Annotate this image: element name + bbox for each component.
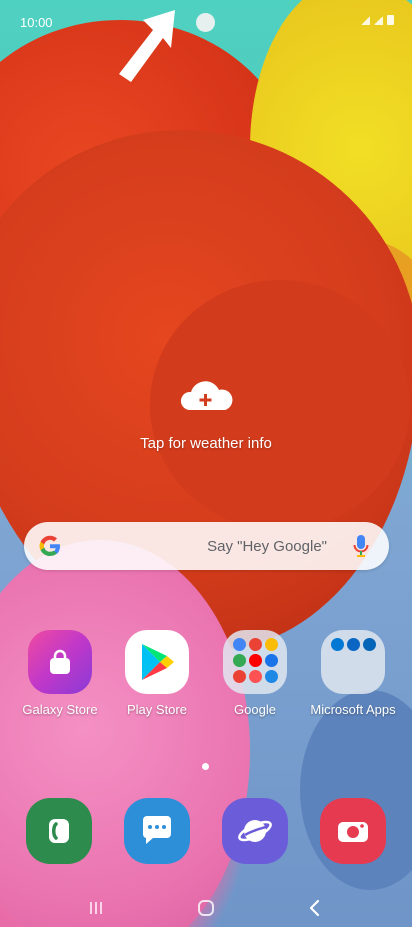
google-search-bar[interactable]: Say "Hey Google"	[24, 522, 389, 570]
signal-icon	[361, 16, 370, 25]
shopping-bag-icon	[50, 649, 70, 674]
folder-app-icon	[264, 638, 278, 651]
recent-apps-button[interactable]	[76, 894, 116, 922]
app-label: Google	[234, 702, 276, 717]
chat-bubble-icon	[142, 816, 171, 844]
google-g-icon	[39, 535, 60, 556]
back-icon	[309, 899, 320, 917]
play-store-icon	[142, 644, 174, 680]
recent-apps-icon	[90, 902, 102, 914]
app-galaxy-store[interactable]: Galaxy Store	[12, 630, 108, 718]
folder-icon	[321, 630, 385, 694]
home-button[interactable]	[186, 894, 226, 922]
weather-label: Tap for weather info	[140, 435, 272, 452]
signal-icon	[374, 16, 383, 25]
page-indicator[interactable]	[202, 763, 209, 770]
app-label: Microsoft Apps	[310, 702, 396, 717]
swipe-arrow-icon	[119, 10, 175, 82]
dock-messages[interactable]	[124, 798, 190, 864]
status-icons	[361, 15, 394, 25]
cloud-add-icon	[180, 381, 233, 410]
folder-app-icon	[346, 638, 360, 651]
app-play-store[interactable]: Play Store	[109, 630, 205, 718]
home-icon	[198, 900, 214, 916]
wallpaper	[0, 0, 412, 927]
app-label: Galaxy Store	[22, 702, 98, 717]
app-icon-tile	[125, 630, 189, 694]
folder-google[interactable]: Google	[207, 630, 303, 718]
folder-app-icon	[232, 670, 246, 683]
app-icon-tile	[28, 630, 92, 694]
folder-app-icon	[248, 638, 262, 651]
folder-app-icon	[264, 670, 278, 683]
planet-icon	[238, 820, 272, 842]
camera-icon	[338, 822, 368, 842]
status-clock: 10:00	[20, 15, 53, 30]
search-hint: Say "Hey Google"	[207, 538, 327, 555]
front-camera-cutout	[196, 13, 215, 32]
folder-app-icon	[232, 654, 246, 667]
folder-app-icon	[362, 638, 376, 651]
dock-internet[interactable]	[222, 798, 288, 864]
navigation-bar	[0, 888, 412, 927]
folder-app-icon	[330, 638, 344, 651]
folder-app-icon	[248, 670, 262, 683]
folder-icon	[223, 630, 287, 694]
folder-app-icon	[248, 654, 262, 667]
folder-microsoft-apps[interactable]: Microsoft Apps	[305, 630, 401, 718]
dock-camera[interactable]	[320, 798, 386, 864]
app-label: Play Store	[127, 702, 187, 717]
mic-icon[interactable]	[353, 534, 369, 558]
phone-icon	[49, 819, 69, 843]
folder-app-icon	[232, 638, 246, 651]
folder-app-icon	[264, 654, 278, 667]
back-button[interactable]	[295, 894, 335, 922]
dock-phone[interactable]	[26, 798, 92, 864]
battery-icon	[387, 15, 394, 25]
weather-widget[interactable]: Tap for weather info	[0, 380, 412, 452]
